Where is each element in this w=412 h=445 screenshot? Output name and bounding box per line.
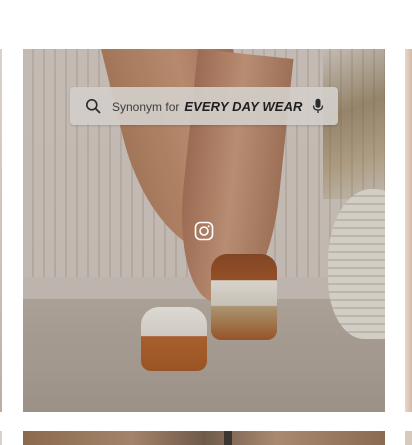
next-row-card-left[interactable] xyxy=(0,431,2,445)
search-placeholder[interactable]: Synonym for EVERY DAY WEAR xyxy=(112,99,310,114)
search-prefix: Synonym for xyxy=(112,99,180,114)
microphone-icon[interactable] xyxy=(310,97,326,115)
search-bar[interactable]: Synonym for EVERY DAY WEAR xyxy=(70,87,338,125)
product-image-card[interactable]: Synonym for EVERY DAY WEAR xyxy=(23,49,385,412)
next-row-image-detail xyxy=(224,431,232,445)
next-row-product-card[interactable] xyxy=(23,431,385,445)
previous-product-card[interactable] xyxy=(0,49,2,412)
instagram-icon[interactable] xyxy=(194,221,214,241)
search-icon[interactable] xyxy=(84,97,102,115)
next-row-card-right[interactable] xyxy=(405,431,412,445)
search-keyword: EVERY DAY WEAR xyxy=(184,98,303,114)
feed-page: Synonym for EVERY DAY WEAR xyxy=(0,0,412,445)
next-product-card[interactable] xyxy=(405,49,412,412)
